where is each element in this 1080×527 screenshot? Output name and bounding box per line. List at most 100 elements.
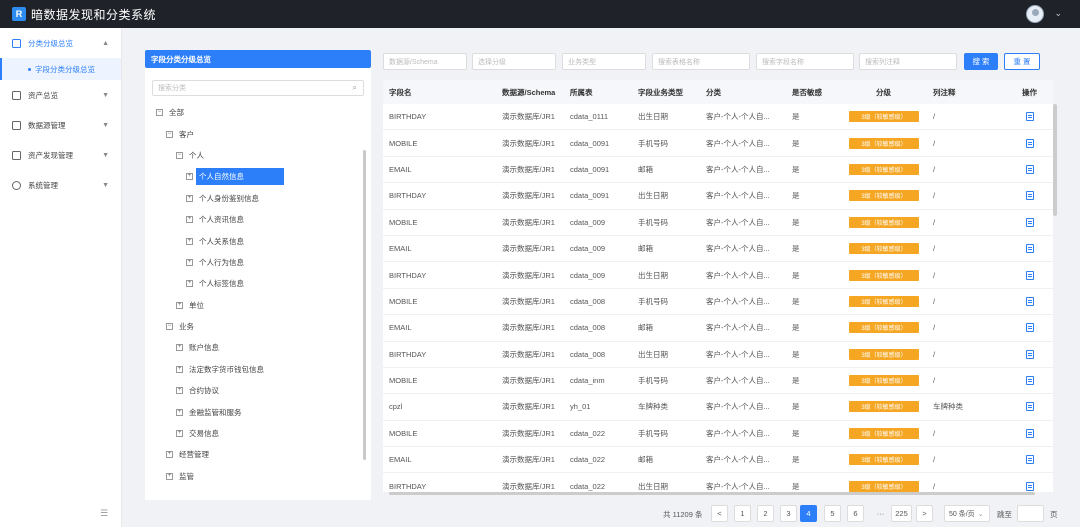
tree-node[interactable]: + 监管 — [152, 466, 364, 487]
detail-icon[interactable] — [1026, 112, 1034, 122]
tree-node[interactable]: + 个人行为信息 — [152, 252, 364, 273]
detail-icon[interactable] — [1026, 217, 1034, 227]
user-menu-chevron-icon[interactable]: ⌄ — [1054, 8, 1062, 19]
detail-icon[interactable] — [1026, 376, 1034, 386]
column-comment-input[interactable]: 搜索列注释 — [859, 53, 957, 70]
tree-node[interactable]: + 金融监管和服务 — [152, 401, 364, 422]
sidebar-item-classification-overview[interactable]: 分类分级总览 ▲ — [0, 28, 121, 58]
tree-node[interactable]: + 个人身份鉴别信息 — [152, 188, 364, 209]
tree-node[interactable]: + 个人关系信息 — [152, 230, 364, 251]
expand-icon[interactable]: + — [186, 194, 193, 202]
tree-node-label: 单位 — [189, 300, 204, 310]
page-button[interactable]: 5 — [824, 505, 841, 522]
expand-icon[interactable]: + — [176, 344, 183, 352]
table-cell: 客户-个人-个人自... — [706, 428, 770, 438]
collapse-icon[interactable]: − — [176, 151, 183, 159]
page-button[interactable]: 1 — [734, 505, 751, 522]
tree-node[interactable]: + 法定数字货币钱包信息 — [152, 359, 364, 380]
expand-icon[interactable]: + — [186, 173, 193, 181]
detail-icon[interactable] — [1026, 270, 1034, 280]
table-horizontal-scrollbar[interactable] — [389, 492, 1035, 495]
table-cell: EMAIL — [389, 323, 412, 333]
page-button[interactable]: 4 — [800, 505, 817, 522]
expand-icon[interactable]: + — [166, 472, 173, 480]
detail-icon[interactable] — [1026, 323, 1034, 333]
collapse-icon[interactable]: − — [166, 323, 173, 331]
level-badge: 3级（较敏感级） — [849, 163, 919, 175]
tree-scrollbar[interactable] — [363, 150, 366, 460]
sidebar-item-asset-overview[interactable]: 资产总览 ▼ — [0, 80, 121, 110]
prev-page-button[interactable]: < — [711, 505, 728, 522]
detail-icon[interactable] — [1026, 244, 1034, 254]
expand-icon[interactable]: + — [176, 301, 183, 309]
tree-node[interactable]: + 合约协议 — [152, 380, 364, 401]
search-button[interactable]: 搜 索 — [964, 53, 998, 70]
page-button[interactable]: 2 — [757, 505, 774, 522]
expand-icon[interactable]: + — [176, 430, 183, 438]
collapse-icon[interactable]: − — [156, 109, 163, 117]
datasource-select[interactable]: 数据源/Schema — [383, 53, 467, 70]
table-cell: BIRTHDAY — [389, 270, 427, 280]
detail-icon[interactable] — [1026, 191, 1034, 201]
expand-icon[interactable]: + — [186, 280, 193, 288]
tree-node[interactable]: + 账户信息 — [152, 337, 364, 358]
page-button[interactable]: 3 — [780, 505, 797, 522]
tree-node-label: 全部 — [169, 108, 184, 118]
field-name-input[interactable]: 搜索字段名称 — [756, 53, 854, 70]
page-button[interactable]: ··· — [870, 505, 891, 522]
detail-icon[interactable] — [1026, 481, 1034, 491]
detail-icon[interactable] — [1026, 455, 1034, 465]
biz-type-select[interactable]: 业务类型 — [562, 53, 646, 70]
table-cell: / — [933, 323, 936, 333]
level-select[interactable]: 选择分级 — [472, 53, 556, 70]
user-avatar[interactable] — [1026, 5, 1044, 23]
tree-node[interactable]: + 单位 — [152, 295, 364, 316]
expand-icon[interactable]: + — [176, 365, 183, 373]
collapse-sidebar-icon[interactable]: ☰ — [100, 508, 108, 519]
tree-node[interactable]: + 经营管理 — [152, 444, 364, 465]
detail-icon[interactable] — [1026, 296, 1034, 306]
tree-node[interactable]: − 全部 — [152, 102, 364, 123]
detail-icon[interactable] — [1026, 349, 1034, 359]
reset-button[interactable]: 重 置 — [1004, 53, 1040, 70]
expand-icon[interactable]: + — [176, 408, 183, 416]
tree-node[interactable]: − 个人 — [152, 145, 364, 166]
tree-node[interactable]: + 个人标签信息 — [152, 273, 364, 294]
detail-icon[interactable] — [1026, 138, 1034, 148]
detail-icon[interactable] — [1026, 428, 1034, 438]
jump-page-input[interactable] — [1017, 505, 1044, 522]
expand-icon[interactable]: + — [186, 237, 193, 245]
tree-node[interactable]: + 个人资讯信息 — [152, 209, 364, 230]
page-button[interactable]: 225 — [891, 505, 912, 522]
search-icon[interactable]: ⌕ — [353, 83, 357, 93]
sidebar-item-asset-discovery[interactable]: 资产发现管理 ▼ — [0, 140, 121, 170]
table-cell: / — [933, 191, 936, 201]
sidebar-item-datasource-management[interactable]: 数据源管理 ▼ — [0, 110, 121, 140]
detail-icon[interactable] — [1026, 164, 1034, 174]
expand-icon[interactable]: + — [186, 216, 193, 224]
next-page-button[interactable]: > — [916, 505, 933, 522]
table-row: MOBILE 演示数据库/JR1 cdata_009 手机号码 客户-个人-个人自...… — [383, 210, 1053, 236]
table-cell: 演示数据库/JR1 — [502, 164, 555, 174]
table-cell: 邮箱 — [638, 323, 653, 333]
expand-icon[interactable]: + — [176, 387, 183, 395]
tree-node[interactable]: − 业务 — [152, 316, 364, 337]
detail-icon[interactable] — [1026, 402, 1034, 412]
sidebar-subitem-field-overview[interactable]: 字段分类分级总览 — [0, 58, 121, 80]
tree-node[interactable]: + 个人自然信息 — [152, 166, 364, 187]
page-size-select[interactable]: 50 条/页 ⌄ — [944, 505, 990, 522]
table-cell: 邮箱 — [638, 164, 653, 174]
sidebar-item-system-management[interactable]: 系统管理 ▼ — [0, 170, 121, 200]
collapse-icon[interactable]: − — [166, 130, 173, 138]
chevron-down-icon: ▼ — [102, 91, 109, 99]
tree-search-input[interactable]: 搜索分类 ⌕ — [152, 80, 364, 96]
table-name-input[interactable]: 搜索表格名称 — [652, 53, 750, 70]
expand-icon[interactable]: + — [186, 258, 193, 266]
page-unit: 页 — [1050, 510, 1058, 519]
expand-icon[interactable]: + — [166, 451, 173, 459]
table-vertical-scrollbar[interactable] — [1053, 104, 1057, 216]
tree-node[interactable]: + 交易信息 — [152, 423, 364, 444]
tree-node[interactable]: − 客户 — [152, 123, 364, 144]
tree-node-label: 交易信息 — [189, 429, 219, 439]
page-button[interactable]: 6 — [847, 505, 864, 522]
